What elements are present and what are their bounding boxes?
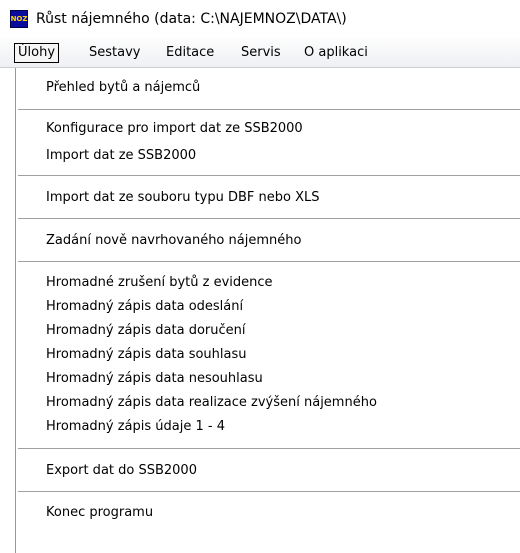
menu-separator <box>18 109 520 110</box>
menu-item-zadani-najemneho[interactable]: Zadání nově navrhovaného nájemného <box>46 229 301 253</box>
menu-item-konfigurace-import[interactable]: Konfigurace pro import dat ze SSB2000 <box>46 117 303 141</box>
menu-item-import-dbf-xls[interactable]: Import dat ze souboru typu DBF nebo XLS <box>46 186 320 210</box>
menu-separator <box>18 261 520 262</box>
menu-item-zapis-doruceni[interactable]: Hromadný zápis data doručení <box>46 319 246 343</box>
menu-item-konec-programu[interactable]: Konec programu <box>46 501 153 525</box>
menu-item-zapis-odeslani[interactable]: Hromadný zápis data odeslání <box>46 295 243 319</box>
title-bar: NOZ Růst nájemného (data: C:\NAJEMNOZ\DA… <box>0 0 520 38</box>
menu-servis[interactable]: Servis <box>238 43 284 63</box>
menu-item-export-ssb2000[interactable]: Export dat do SSB2000 <box>46 459 197 483</box>
menu-bar: Úlohy Sestavy Editace Servis O aplikaci <box>0 38 520 68</box>
menu-separator <box>18 448 520 449</box>
menu-item-zapis-souhlasu[interactable]: Hromadný zápis data souhlasu <box>46 343 247 367</box>
menu-separator <box>18 218 520 219</box>
menu-item-zapis-nesouhlasu[interactable]: Hromadný zápis data nesouhlasu <box>46 367 263 391</box>
menu-separator <box>18 491 520 492</box>
menu-ulohy[interactable]: Úlohy <box>14 43 60 63</box>
app-icon[interactable]: NOZ <box>10 10 28 28</box>
menu-item-prehled-bytu[interactable]: Přehled bytů a nájemců <box>46 76 200 100</box>
menu-item-import-ssb2000[interactable]: Import dat ze SSB2000 <box>46 144 196 168</box>
menu-separator <box>18 175 520 176</box>
window-title: Růst nájemného (data: C:\NAJEMNOZ\DATA\) <box>36 11 347 27</box>
menu-o-aplikaci[interactable]: O aplikaci <box>301 43 371 63</box>
menu-editace[interactable]: Editace <box>163 43 217 63</box>
menu-item-zruseni-bytu[interactable]: Hromadné zrušení bytů z evidence <box>46 271 273 295</box>
dropdown-menu-ulohy: Přehled bytů a nájemců Konfigurace pro i… <box>15 68 520 553</box>
menu-item-zapis-udaje[interactable]: Hromadný zápis údaje 1 - 4 <box>46 415 225 439</box>
menu-item-zapis-realizace[interactable]: Hromadný zápis data realizace zvýšení ná… <box>46 391 377 415</box>
menu-sestavy[interactable]: Sestavy <box>86 43 143 63</box>
